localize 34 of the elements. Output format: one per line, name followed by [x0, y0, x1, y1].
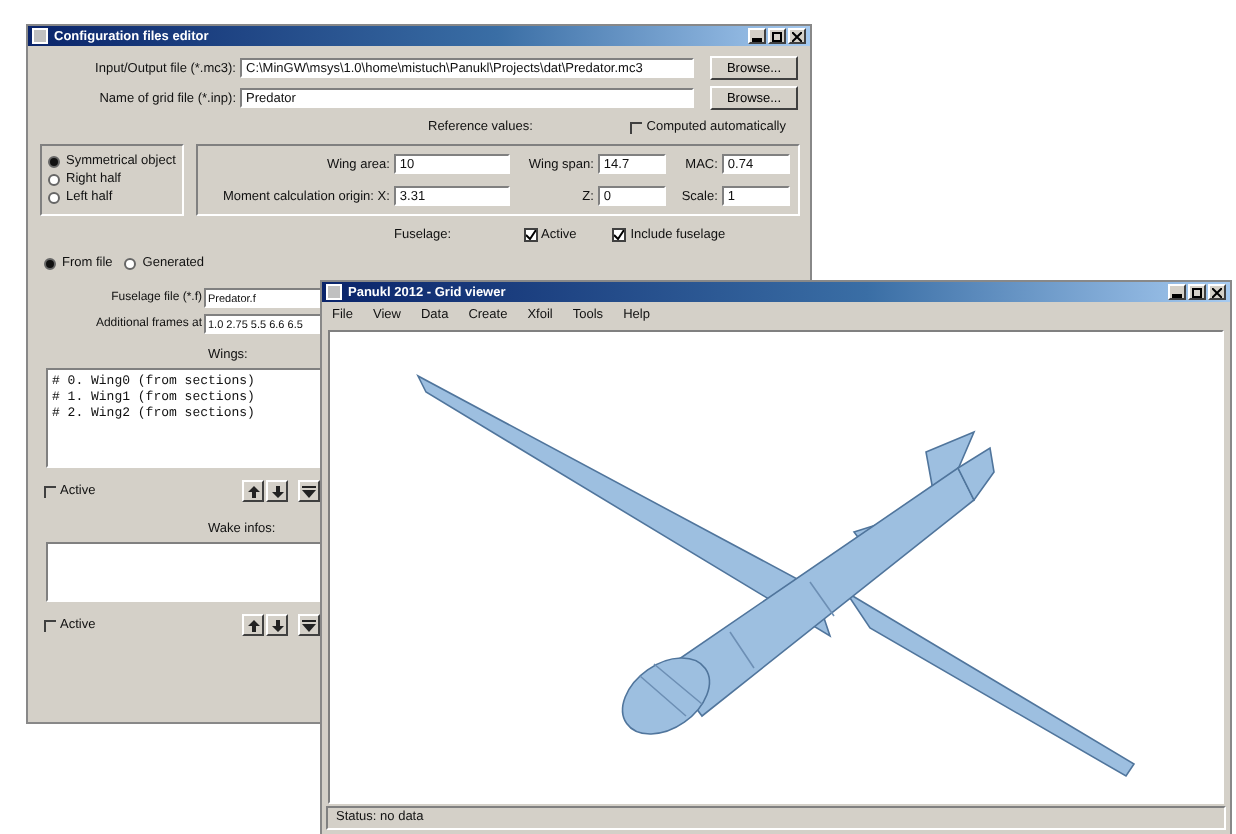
move-bottom-button[interactable] — [298, 480, 320, 502]
maximize-button[interactable] — [768, 28, 786, 44]
maximize-icon — [1192, 287, 1202, 297]
maximize-button[interactable] — [1188, 284, 1206, 300]
down-arrow-icon — [271, 485, 283, 497]
radio-button[interactable] — [48, 173, 60, 185]
move-up-button[interactable] — [242, 614, 264, 636]
up-arrow-icon — [247, 619, 259, 631]
checkbox[interactable] — [612, 227, 627, 241]
maximize-icon — [772, 31, 782, 41]
radio-button[interactable] — [48, 155, 60, 167]
move-up-button[interactable] — [242, 480, 264, 502]
app-icon — [326, 284, 342, 300]
down-arrow-icon — [271, 619, 283, 631]
close-icon — [1212, 287, 1222, 297]
checkbox[interactable] — [630, 121, 643, 133]
checkbox[interactable] — [523, 227, 538, 241]
close-icon — [792, 31, 802, 41]
radio-button[interactable] — [124, 257, 137, 269]
up-arrow-icon — [247, 485, 259, 497]
move-bottom-button[interactable] — [298, 614, 320, 636]
move-down-button[interactable] — [266, 614, 288, 636]
move-down-button[interactable] — [266, 480, 288, 502]
down-to-bar-icon — [302, 619, 316, 631]
down-to-bar-icon — [302, 485, 316, 497]
close-button[interactable] — [1208, 284, 1226, 300]
minimize-button[interactable] — [748, 28, 766, 44]
close-button[interactable] — [788, 28, 806, 44]
radio-button[interactable] — [48, 191, 60, 203]
radio-button[interactable] — [44, 257, 56, 269]
checkbox[interactable] — [44, 485, 56, 497]
checkbox[interactable] — [44, 619, 56, 631]
minimize-button[interactable] — [1168, 284, 1186, 300]
app-icon — [32, 28, 48, 44]
